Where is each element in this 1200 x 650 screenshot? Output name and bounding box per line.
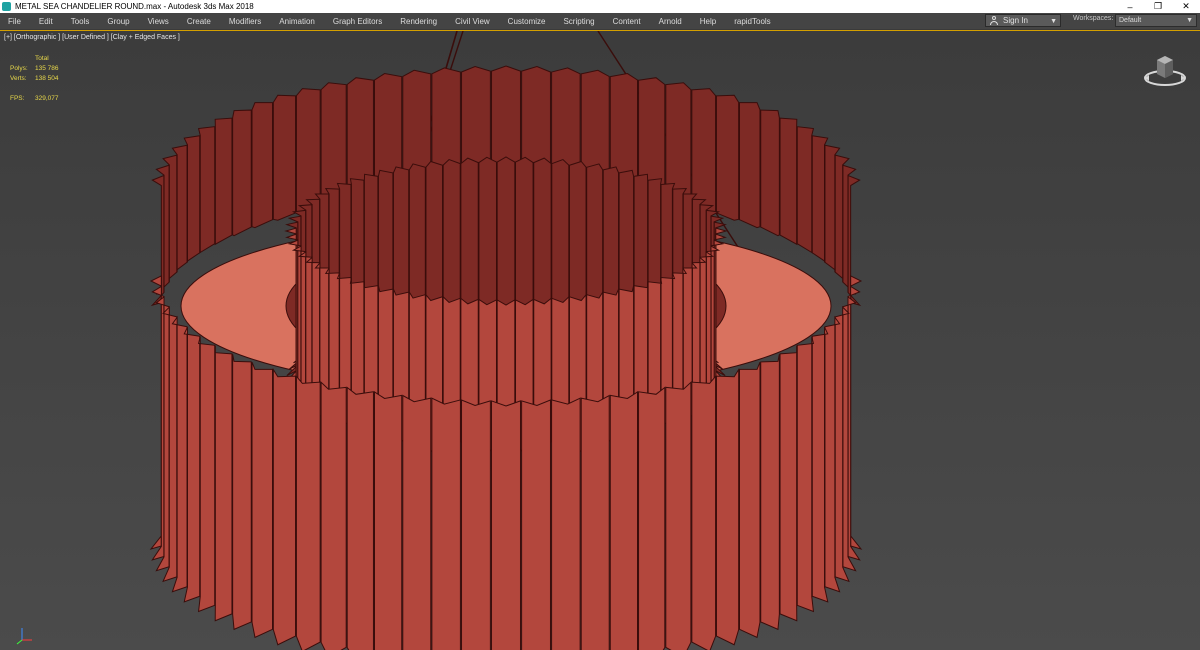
polys-value: 135 786 [35, 65, 59, 72]
menu-animation[interactable]: Animation [270, 17, 324, 26]
outer-front-fin [320, 381, 347, 650]
workspaces-label: Workspaces: [1073, 15, 1114, 22]
inner-fin [460, 157, 479, 310]
chevron-down-icon: ▼ [1186, 17, 1193, 24]
outer-back-fin [232, 109, 252, 237]
outer-front-fin [638, 386, 666, 650]
window-controls: – ❐ ✕ [1116, 0, 1200, 13]
verts-value: 138 504 [35, 75, 59, 82]
outer-back-fin [251, 102, 274, 229]
chandelier-model[interactable] [0, 31, 1200, 650]
outer-back-fin [760, 109, 780, 237]
outer-front-fin [197, 336, 216, 613]
outer-front-fin [431, 397, 461, 650]
polys-label: Polys: [10, 65, 28, 72]
menu-create[interactable]: Create [178, 17, 220, 26]
menu-views[interactable]: Views [139, 17, 178, 26]
outer-back-fin [796, 126, 815, 254]
fps-value: 329,077 [35, 95, 59, 102]
outer-back-fin [847, 174, 862, 307]
minimize-button[interactable]: – [1116, 0, 1144, 13]
viewport-label-menu[interactable]: [+] [Orthographic ] [User Defined ] [Cla… [4, 34, 180, 41]
outer-front-fin [461, 399, 491, 650]
viewport-statistics: Total Polys: 135 786 Verts: 138 504 FPS: 32… [10, 54, 59, 104]
outer-front-fin [346, 386, 374, 650]
perspective-viewport[interactable]: [+] [Orthographic ] [User Defined ] [Cla… [0, 30, 1200, 650]
outer-front-fin [580, 394, 610, 650]
menu-arnold[interactable]: Arnold [650, 17, 691, 26]
outer-front-fin [551, 397, 581, 650]
menu-group[interactable]: Group [98, 17, 138, 26]
menu-content[interactable]: Content [604, 17, 650, 26]
chevron-down-icon: ▼ [1050, 18, 1057, 25]
outer-front-fin [715, 367, 740, 646]
stats-header: Total [35, 55, 49, 62]
viewcube-icon[interactable] [1141, 50, 1189, 90]
outer-back-fin [197, 126, 216, 254]
inner-fin [408, 163, 426, 316]
outer-front-fin [609, 391, 639, 650]
menu-scripting[interactable]: Scripting [554, 17, 603, 26]
workspace-select[interactable]: Default ▼ [1115, 14, 1197, 27]
inner-fin [515, 156, 534, 309]
user-icon [990, 16, 998, 25]
axis-tripod-icon [16, 628, 32, 645]
outer-front-fin [295, 374, 321, 650]
sign-in-label: Sign In [1003, 16, 1028, 25]
3dsmax-app-icon [2, 2, 11, 11]
outer-front-fin [738, 362, 761, 639]
menu-tools[interactable]: Tools [62, 17, 99, 26]
outer-front-fin [796, 336, 815, 613]
outer-front-fin [402, 394, 432, 650]
outer-front-fin [847, 285, 861, 561]
workspace-value: Default [1119, 17, 1142, 24]
inner-fin [586, 163, 604, 316]
outer-front-fin [691, 374, 717, 650]
outer-back-fin [150, 174, 165, 307]
outer-front-fin [214, 345, 233, 622]
outer-front-fin [149, 275, 162, 550]
outer-front-fin [151, 285, 165, 561]
inner-fin [442, 158, 461, 312]
inner-fin [551, 158, 570, 312]
sign-in-dropdown[interactable]: Sign In ▼ [985, 14, 1061, 27]
outer-front-fin [521, 399, 551, 650]
inner-fin [568, 160, 587, 314]
menu-rapidtools[interactable]: rapidTools [725, 17, 779, 26]
close-button[interactable]: ✕ [1172, 0, 1200, 13]
inner-fin [496, 156, 516, 309]
menu-edit[interactable]: Edit [30, 17, 62, 26]
outer-back-fin [738, 102, 761, 229]
outer-front-fin [850, 275, 863, 550]
verts-label: Verts: [10, 75, 27, 82]
outer-front-fin [232, 354, 252, 631]
menu-civil-view[interactable]: Civil View [446, 17, 499, 26]
window-titlebar: METAL SEA CHANDELIER ROUND.max - Autodes… [0, 0, 1200, 13]
outer-front-fin [373, 391, 403, 650]
window-title: METAL SEA CHANDELIER ROUND.max - Autodes… [15, 2, 254, 11]
menu-customize[interactable]: Customize [499, 17, 555, 26]
outer-back-fin [779, 117, 798, 246]
restore-button[interactable]: ❐ [1144, 0, 1172, 13]
inner-fin [425, 160, 444, 314]
outer-back-fin [214, 117, 233, 246]
outer-front-fin [665, 381, 692, 650]
outer-back-fin [715, 94, 740, 221]
outer-back-fin [272, 94, 297, 221]
outer-front-fin [251, 362, 274, 639]
menu-file[interactable]: File [0, 17, 30, 26]
outer-front-fin [491, 400, 521, 650]
menu-rendering[interactable]: Rendering [391, 17, 446, 26]
inner-fin [478, 156, 497, 309]
outer-front-fin [272, 367, 297, 646]
outer-front-fin [760, 354, 780, 631]
menu-modifiers[interactable]: Modifiers [220, 17, 270, 26]
inner-fin [533, 157, 552, 310]
menu-help[interactable]: Help [691, 17, 725, 26]
fps-label: FPS: [10, 95, 25, 102]
menu-graph-editors[interactable]: Graph Editors [324, 17, 391, 26]
outer-front-fin [779, 345, 798, 622]
